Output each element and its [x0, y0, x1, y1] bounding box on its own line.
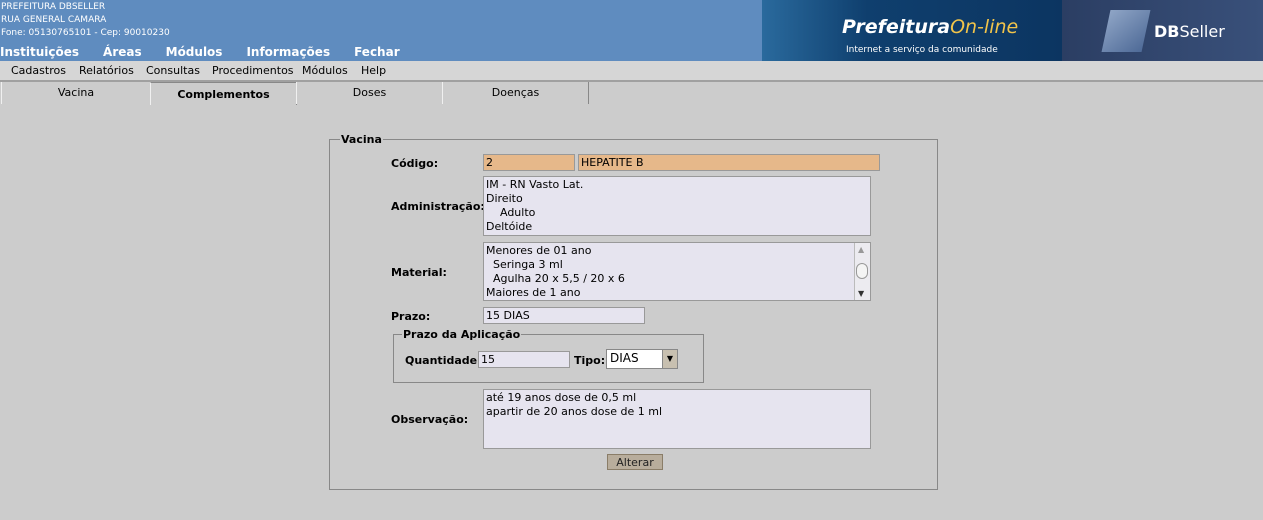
nav-areas[interactable]: Áreas	[103, 45, 142, 59]
material-line: Menores de 01 ano	[486, 244, 592, 257]
material-line: Agulha 20 x 5,5 / 20 x 6	[486, 272, 625, 285]
prazo-aplicacao-legend: Prazo da Aplicação	[403, 328, 521, 341]
material-scrollbar[interactable]: ▲ ▼	[854, 243, 870, 300]
vacina-name-field[interactable]: HEPATITE B	[578, 154, 880, 171]
material-line: Seringa 3 ml	[486, 258, 563, 271]
banner-tagline: Internet a serviço da comunidade	[846, 45, 998, 55]
codigo-label: Código:	[391, 157, 439, 170]
material-label: Material:	[391, 266, 447, 279]
quantidade-field[interactable]: 15	[478, 351, 570, 368]
org-name: PREFEITURA DBSELLER	[1, 2, 106, 12]
logo-accent-text: On-line	[950, 16, 1019, 38]
scroll-down-icon[interactable]: ▼	[858, 289, 864, 298]
prefeitura-online-logo: PrefeituraOn-line	[842, 16, 1018, 38]
prefeitura-online-banner: PrefeituraOn-line Internet a serviço da …	[762, 0, 1062, 61]
menu-relatorios[interactable]: Relatórios	[79, 64, 134, 77]
brand-bold: DB	[1154, 22, 1180, 41]
observacao-label: Observação:	[391, 413, 469, 426]
dbseller-banner: DBSeller	[1062, 0, 1263, 61]
tipo-select[interactable]: DIAS ▼	[606, 349, 678, 369]
tipo-label: Tipo:	[574, 354, 606, 367]
tab-vacina[interactable]: Vacina	[1, 82, 151, 104]
codigo-field[interactable]: 2	[483, 154, 575, 171]
tab-doses[interactable]: Doses	[296, 82, 443, 104]
nav-informacoes[interactable]: Informações	[246, 45, 330, 59]
nav-instituicoes[interactable]: Instituições	[0, 45, 79, 59]
prazo-label: Prazo:	[391, 310, 431, 323]
org-contact: Fone: 05130765101 - Cep: 90010230	[1, 28, 170, 38]
administracao-line: Adulto	[486, 206, 536, 219]
nav-modulos[interactable]: Módulos	[166, 45, 223, 59]
menu-consultas[interactable]: Consultas	[146, 64, 200, 77]
app-header: PREFEITURA DBSELLER RUA GENERAL CAMARA F…	[0, 0, 1263, 61]
nav-fechar[interactable]: Fechar	[354, 45, 400, 59]
menu-help[interactable]: Help	[361, 64, 386, 77]
alterar-button[interactable]: Alterar	[607, 454, 663, 470]
prazo-field[interactable]: 15 DIAS	[483, 307, 645, 324]
administracao-line: Deltóide	[486, 220, 533, 233]
org-info: PREFEITURA DBSELLER RUA GENERAL CAMARA F…	[1, 1, 170, 40]
observacao-line: apartir de 20 anos dose de 1 ml	[486, 405, 663, 418]
administracao-textarea[interactable]: IM - RN Vasto Lat. Direito Adulto Deltói…	[483, 176, 871, 236]
dbseller-logo-text: DBSeller	[1154, 22, 1225, 41]
tab-complementos[interactable]: Complementos	[150, 82, 297, 105]
dbseller-logo-icon	[1101, 10, 1151, 52]
quantidade-label: Quantidade:	[405, 354, 482, 367]
administracao-line: Direito	[486, 192, 523, 205]
org-address: RUA GENERAL CAMARA	[1, 15, 107, 25]
tipo-selected-value: DIAS	[610, 351, 639, 365]
scroll-thumb[interactable]	[856, 263, 868, 279]
tab-doencas[interactable]: Doenças	[442, 82, 589, 104]
observacao-textarea[interactable]: até 19 anos dose de 0,5 ml apartir de 20…	[483, 389, 871, 449]
tab-bar: Vacina Complementos Doses Doenças	[0, 82, 1263, 105]
menu-modulos[interactable]: Módulos	[302, 64, 348, 77]
menu-bar: Cadastros Relatórios Consultas Procedime…	[0, 61, 1263, 82]
administracao-label: Administração:	[391, 200, 485, 213]
administracao-line: IM - RN Vasto Lat.	[486, 178, 584, 191]
menu-cadastros[interactable]: Cadastros	[11, 64, 66, 77]
scroll-up-icon[interactable]: ▲	[858, 245, 864, 254]
material-textarea[interactable]: Menores de 01 ano Seringa 3 ml Agulha 20…	[483, 242, 871, 301]
menu-procedimentos[interactable]: Procedimentos	[212, 64, 294, 77]
vacina-legend: Vacina	[341, 133, 382, 146]
chevron-down-icon[interactable]: ▼	[662, 350, 677, 368]
logo-main-text: Prefeitura	[842, 16, 951, 38]
top-nav: Instituições Áreas Módulos Informações F…	[0, 45, 424, 59]
brand-rest: Seller	[1179, 22, 1225, 41]
observacao-line: até 19 anos dose de 0,5 ml	[486, 391, 637, 404]
material-line: Maiores de 1 ano	[486, 286, 581, 299]
